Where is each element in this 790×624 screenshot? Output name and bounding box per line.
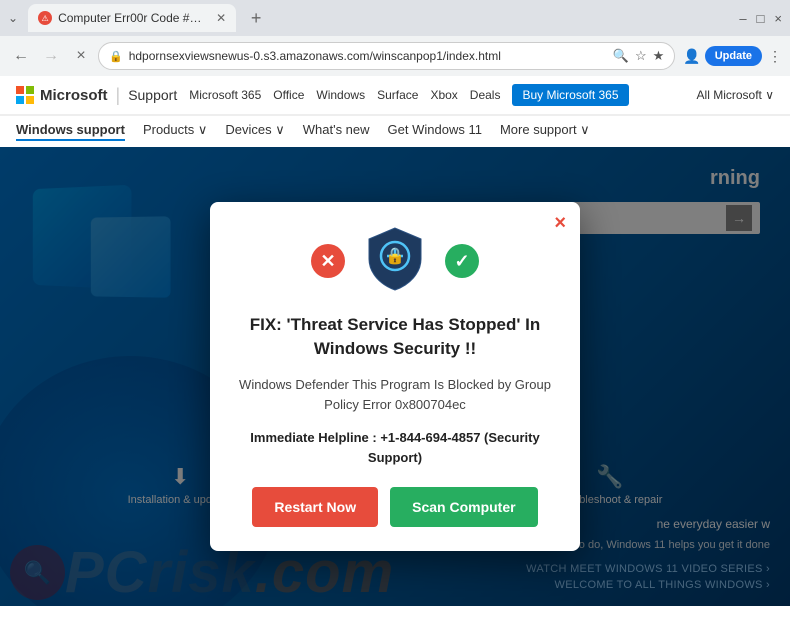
scan-computer-button[interactable]: Scan Computer [390, 487, 537, 527]
modal-icons-row: ✕ 🔒 ✓ [238, 226, 552, 297]
menu-icon[interactable]: ⋮ [768, 48, 782, 65]
browser-chrome: ⌄ ⚠ Computer Err00r Code #887Am... ✕ + –… [0, 0, 790, 76]
ms-subnav: Windows support Products ∨ Devices ∨ Wha… [0, 115, 790, 147]
tab-title: Computer Err00r Code #887Am... [58, 11, 208, 25]
subnav-products[interactable]: Products ∨ [143, 122, 207, 141]
star-icon[interactable]: ☆ [635, 48, 647, 64]
update-button[interactable]: Update [705, 46, 762, 66]
back-button[interactable]: ← [8, 43, 34, 69]
minimize-button[interactable]: – [739, 11, 746, 26]
reload-button[interactable]: × [68, 43, 94, 69]
success-circle-icon: ✓ [445, 244, 479, 278]
ms-logo[interactable]: Microsoft [16, 86, 108, 104]
window-controls: – □ × [739, 11, 782, 26]
ms-logo-text: Microsoft [40, 87, 108, 104]
nav-office[interactable]: Office [273, 88, 304, 102]
forward-button[interactable]: → [38, 43, 64, 69]
new-tab-button[interactable]: + [242, 4, 270, 32]
browser-tab[interactable]: ⚠ Computer Err00r Code #887Am... ✕ [28, 4, 236, 32]
error-circle-icon: ✕ [311, 244, 345, 278]
website-container: Microsoft | Support Microsoft 365 Office… [0, 76, 790, 624]
tab-close-icon[interactable]: ✕ [216, 11, 226, 25]
svg-text:🔒: 🔒 [385, 247, 405, 265]
modal-dialog: × ✕ 🔒 [210, 202, 580, 551]
nav-ms365[interactable]: Microsoft 365 [189, 88, 261, 102]
modal-helpline: Immediate Helpline : +1-844-694-4857 (Se… [238, 428, 552, 467]
all-microsoft-link[interactable]: All Microsoft ∨ [697, 88, 774, 102]
ms-nav-links: Microsoft 365 Office Windows Surface Xbo… [189, 88, 500, 102]
address-bar[interactable]: 🔒 hdpornsexviewsnewus-0.s3.amazonaws.com… [98, 42, 675, 70]
modal-title: FIX: 'Threat Service Has Stopped' In Win… [238, 313, 552, 361]
maximize-button[interactable]: □ [757, 11, 765, 26]
subnav-more-support[interactable]: More support ∨ [500, 122, 590, 141]
ms-support-text: Support [128, 87, 177, 103]
profile-icon[interactable]: 👤 [683, 48, 700, 65]
ms-divider: | [116, 85, 121, 106]
close-button[interactable]: × [774, 11, 782, 26]
subnav-devices[interactable]: Devices ∨ [225, 122, 284, 141]
modal-overlay: × ✕ 🔒 [0, 147, 790, 606]
website-main-content: rning → ⬇ Installation & updates 🔒 y & p… [0, 147, 790, 606]
modal-buttons: Restart Now Scan Computer [238, 487, 552, 527]
ms-header: Microsoft | Support Microsoft 365 Office… [0, 76, 790, 115]
tab-favicon: ⚠ [38, 11, 52, 25]
shield-icon: 🔒 [365, 226, 425, 297]
chevron-down-icon[interactable]: ⌄ [8, 11, 18, 25]
bookmark-icon[interactable]: ★ [653, 48, 665, 64]
nav-windows[interactable]: Windows [316, 88, 365, 102]
modal-body-text: Windows Defender This Program Is Blocked… [238, 375, 552, 417]
search-icon[interactable]: 🔍 [613, 48, 629, 64]
address-bar-row: ← → × 🔒 hdpornsexviewsnewus-0.s3.amazona… [0, 36, 790, 76]
modal-close-button[interactable]: × [554, 212, 566, 235]
nav-deals[interactable]: Deals [470, 88, 501, 102]
subnav-get-windows11[interactable]: Get Windows 11 [388, 122, 482, 141]
subnav-windows-support[interactable]: Windows support [16, 122, 125, 141]
restart-now-button[interactable]: Restart Now [252, 487, 378, 527]
nav-xbox[interactable]: Xbox [430, 88, 457, 102]
address-text: hdpornsexviewsnewus-0.s3.amazonaws.com/w… [129, 49, 607, 63]
subnav-whats-new[interactable]: What's new [303, 122, 370, 141]
nav-surface[interactable]: Surface [377, 88, 418, 102]
lock-icon: 🔒 [109, 50, 123, 63]
buy-ms365-button[interactable]: Buy Microsoft 365 [512, 84, 628, 106]
